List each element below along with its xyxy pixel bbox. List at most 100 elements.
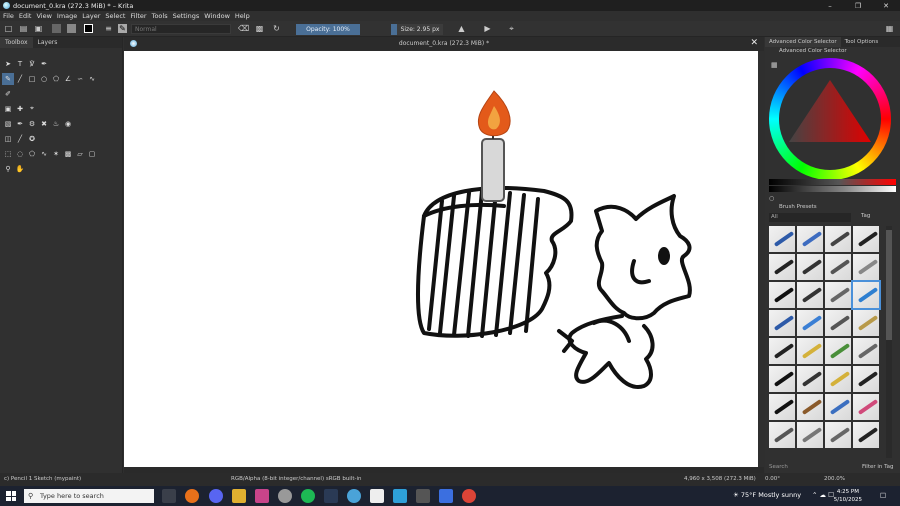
mirror-vertical-icon[interactable]: ▶: [483, 24, 492, 33]
start-button[interactable]: [6, 491, 16, 501]
task-view-icon[interactable]: [162, 489, 176, 503]
polygon-tool-icon[interactable]: ⬠: [50, 73, 62, 85]
eraser-mode-icon[interactable]: ⌫: [238, 24, 249, 33]
wrap-around-icon[interactable]: ⌖: [507, 24, 516, 33]
brush-size-slider[interactable]: Size: 2.95 px: [391, 24, 443, 35]
brush-preset[interactable]: [797, 226, 823, 252]
mirror-horizontal-icon[interactable]: ▲: [457, 24, 466, 33]
filter-in-tag-checkbox[interactable]: Filter in Tag: [862, 464, 893, 470]
brush-preset[interactable]: [769, 310, 795, 336]
opacity-slider[interactable]: Opacity: 100%: [296, 24, 360, 35]
brush-preset[interactable]: [825, 254, 851, 280]
firefox-icon[interactable]: [185, 489, 199, 503]
workspace-icon[interactable]: ▦: [885, 24, 894, 33]
dynamic-brush-icon[interactable]: ✐: [2, 88, 14, 100]
brush-preset[interactable]: [769, 254, 795, 280]
maximize-button[interactable]: ❐: [844, 0, 872, 11]
brush-preset[interactable]: [769, 394, 795, 420]
smart-patch-icon[interactable]: ✖: [38, 118, 50, 130]
brush-preset-selected[interactable]: [851, 280, 881, 310]
magnetic-select-icon[interactable]: ▢: [86, 148, 98, 160]
brush-preset-icon[interactable]: ✎: [118, 24, 127, 33]
app-icon[interactable]: [370, 489, 384, 503]
move-tool-icon[interactable]: ✚: [14, 103, 26, 115]
presets-scrollbar[interactable]: [886, 226, 892, 458]
measure-tool-icon[interactable]: ╱: [14, 133, 26, 145]
app-icon[interactable]: [439, 489, 453, 503]
zoom-tool-icon[interactable]: ⚲: [2, 163, 14, 175]
foreground-color-swatch[interactable]: [84, 24, 93, 33]
brush-preset[interactable]: [769, 422, 795, 448]
menu-select[interactable]: Select: [105, 12, 125, 20]
freehand-brush-icon[interactable]: ✎: [2, 72, 14, 85]
brush-preset[interactable]: [853, 254, 879, 280]
brush-preset[interactable]: [853, 394, 879, 420]
gradient-swatch[interactable]: [52, 24, 61, 33]
tab-advanced-color-selector[interactable]: Advanced Color Selector: [765, 37, 841, 47]
color-history-bar[interactable]: [769, 179, 896, 185]
open-document-icon[interactable]: ▤: [19, 24, 28, 33]
bezier-select-icon[interactable]: ▱: [74, 148, 86, 160]
crop-tool-icon[interactable]: ⌖: [26, 103, 38, 115]
brush-preset[interactable]: [769, 338, 795, 364]
menu-window[interactable]: Window: [204, 12, 230, 20]
similar-select-icon[interactable]: ▩: [62, 148, 74, 160]
save-document-icon[interactable]: ▣: [34, 24, 43, 33]
minimize-button[interactable]: –: [816, 0, 844, 11]
menu-layer[interactable]: Layer: [82, 12, 100, 20]
ellipse-tool-icon[interactable]: ○: [38, 73, 50, 85]
rotation-label[interactable]: 0.00°: [765, 476, 780, 482]
brush-preset[interactable]: [853, 338, 879, 364]
assistant-tool-icon[interactable]: ◫: [2, 133, 14, 145]
app-icon[interactable]: [393, 489, 407, 503]
menu-settings[interactable]: Settings: [173, 12, 200, 20]
menu-help[interactable]: Help: [235, 12, 250, 20]
new-document-icon[interactable]: □: [4, 24, 13, 33]
pattern-swatch[interactable]: [67, 24, 76, 33]
menu-filter[interactable]: Filter: [130, 12, 146, 20]
menu-file[interactable]: File: [3, 12, 14, 20]
brush-preset[interactable]: [825, 338, 851, 364]
brush-preset[interactable]: [769, 366, 795, 392]
discord-icon[interactable]: [209, 489, 223, 503]
brush-settings-icon[interactable]: ≡: [104, 24, 113, 33]
brush-preset[interactable]: [825, 394, 851, 420]
notifications-icon[interactable]: □: [880, 491, 886, 499]
brush-preset[interactable]: [825, 310, 851, 336]
close-window-button[interactable]: ✕: [872, 0, 900, 11]
reference-tool-icon[interactable]: ✪: [26, 133, 38, 145]
tab-tool-options[interactable]: Tool Options: [841, 37, 883, 47]
brush-preset[interactable]: [797, 394, 823, 420]
drawing-canvas[interactable]: [124, 51, 758, 467]
select-shapes-icon[interactable]: ➤: [2, 58, 14, 70]
brush-preset[interactable]: [825, 282, 851, 308]
menu-edit[interactable]: Edit: [19, 12, 32, 20]
menu-image[interactable]: Image: [57, 12, 77, 20]
store-icon[interactable]: [255, 489, 269, 503]
preserve-alpha-icon[interactable]: ▩: [255, 24, 264, 33]
brush-preset[interactable]: [825, 422, 851, 448]
tab-layers[interactable]: Layers: [33, 37, 63, 48]
color-refresh-icon[interactable]: ○: [769, 195, 774, 202]
file-explorer-icon[interactable]: [232, 489, 246, 503]
menu-view[interactable]: View: [36, 12, 51, 20]
app-icon[interactable]: [416, 489, 430, 503]
color-wheel[interactable]: [769, 58, 891, 180]
value-bar[interactable]: [769, 186, 896, 192]
contiguous-select-icon[interactable]: ✶: [50, 148, 62, 160]
rectangle-tool-icon[interactable]: □: [26, 73, 38, 85]
taskbar-search-input[interactable]: ⚲ Type here to search: [24, 489, 154, 503]
ellipse-select-icon[interactable]: ◌: [14, 148, 26, 160]
brush-preset[interactable]: [769, 282, 795, 308]
brush-preset[interactable]: [797, 310, 823, 336]
brush-preset[interactable]: [853, 226, 879, 252]
brush-preset[interactable]: [853, 310, 879, 336]
freehand-select-icon[interactable]: ∿: [38, 148, 50, 160]
transform-tool-icon[interactable]: ▣: [2, 103, 14, 115]
document-tab[interactable]: document_0.kra (272.3 MiB) *: [124, 37, 764, 51]
spotify-icon[interactable]: [301, 489, 315, 503]
brush-preset[interactable]: [853, 422, 879, 448]
color-picker-icon[interactable]: ✒: [14, 118, 26, 130]
edit-shapes-icon[interactable]: ℣: [26, 58, 38, 70]
preset-filter-select[interactable]: All: [769, 213, 851, 222]
